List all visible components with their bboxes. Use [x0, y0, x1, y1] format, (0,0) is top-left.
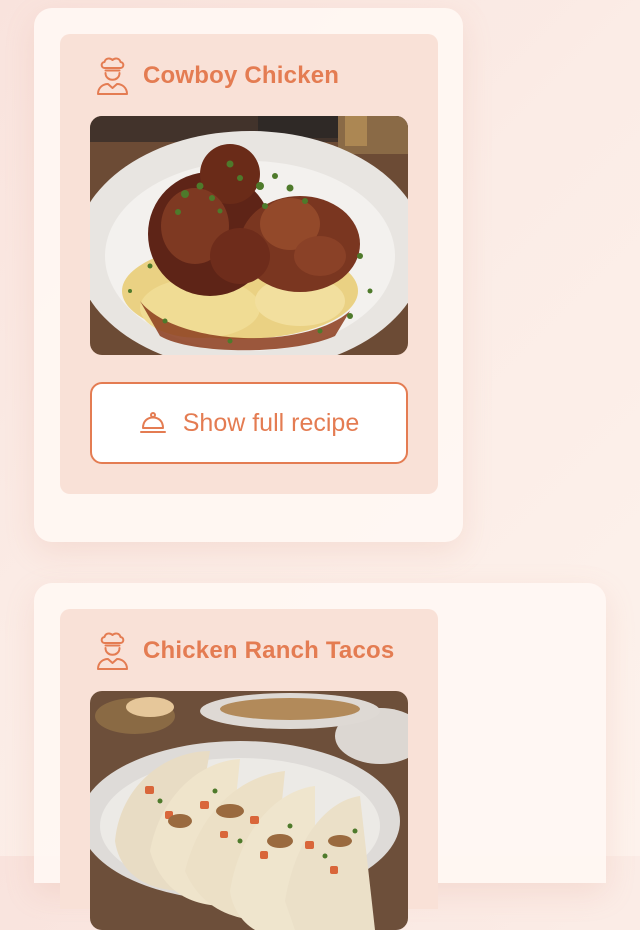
cloche-icon [139, 412, 166, 433]
cowboy-chicken-image [90, 116, 408, 355]
recipe-card-content: Cowboy Chicken Show full recipe [60, 34, 438, 494]
chef-icon [97, 632, 128, 670]
show-full-recipe-button[interactable]: Show full recipe [90, 382, 408, 464]
chicken-ranch-tacos-image [90, 691, 408, 930]
recipe-card: Chicken Ranch Tacos [34, 583, 606, 930]
show-full-recipe-label: Show full recipe [182, 408, 360, 437]
recipe-header: Chicken Ranch Tacos [94, 631, 394, 671]
recipe-photo [90, 691, 408, 930]
recipe-title: Cowboy Chicken [143, 62, 340, 89]
recipe-card-content: Chicken Ranch Tacos [60, 609, 438, 930]
recipe-card: Cowboy Chicken Show full recipe [34, 8, 463, 542]
recipe-header: Cowboy Chicken [94, 56, 339, 96]
recipe-photo [90, 116, 408, 355]
recipe-title: Chicken Ranch Tacos [143, 637, 395, 664]
chef-icon [97, 57, 128, 95]
